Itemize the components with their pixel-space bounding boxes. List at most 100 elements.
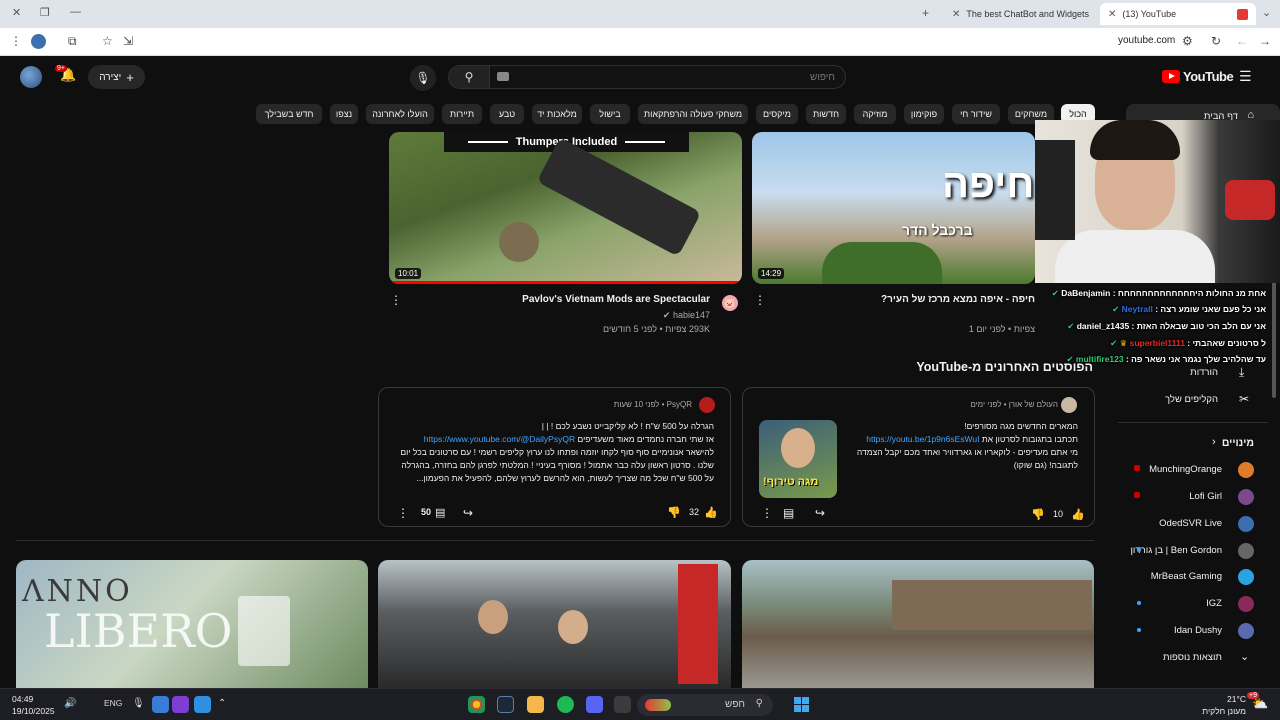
sidebar-sub-bengordon[interactable]: Ben Gordon | בן גורדון (1130, 545, 1222, 556)
sidebar-show-more[interactable]: תוצאות נוספות (1163, 652, 1222, 663)
create-button[interactable]: יצירה + (88, 65, 145, 89)
dislike-icon[interactable]: 👎 (667, 506, 681, 519)
minimize-window-icon[interactable]: — (70, 6, 81, 18)
video-thumbnail-slum[interactable] (742, 560, 1094, 688)
video-thumbnail-pavlov[interactable]: Thumpers Included 10:01 (389, 132, 742, 284)
mic-tray-icon[interactable]: 🎙 (132, 698, 145, 709)
forward-icon[interactable]: ← (1236, 34, 1248, 48)
download-icon[interactable]: ⤓ (1239, 365, 1244, 380)
tab-list-icon[interactable]: ⌄ (1262, 6, 1271, 19)
post-link[interactable]: https://youtu.be/1p9n6sEsWuI (866, 434, 979, 444)
channel-avatar[interactable] (1061, 397, 1077, 413)
video-thumbnail-anno[interactable]: ΛNNO LIBERO (16, 560, 368, 688)
chip-music[interactable]: מוזיקה (854, 104, 896, 124)
account-avatar[interactable] (20, 66, 42, 88)
taskbar-search[interactable]: חפש ⚲ (637, 694, 773, 716)
like-icon[interactable]: 👍 (1071, 508, 1085, 521)
community-post[interactable]: העולם של אורן • לפני ימים מגה טירוף! המא… (742, 387, 1095, 527)
tab-chatbot[interactable]: ✕ The best ChatBot and Widgets (944, 3, 1094, 25)
chip-nature[interactable]: טבע (490, 104, 524, 124)
sidebar-sub-mrbeastgaming[interactable]: MrBeast Gaming (1151, 571, 1222, 582)
site-settings-icon[interactable]: ⚙ (1182, 34, 1193, 48)
install-app-icon[interactable]: ⇲ (123, 34, 133, 48)
youtube-logo[interactable]: YouTube (1162, 69, 1234, 84)
keyboard-icon[interactable] (497, 72, 509, 81)
video-title[interactable]: Pavlov's Vietnam Mods are Spectacular (522, 294, 710, 305)
volume-icon[interactable]: 🔊 (64, 698, 76, 709)
dislike-icon[interactable]: 👎 (1031, 508, 1045, 521)
close-tab-icon[interactable]: ✕ (952, 9, 960, 20)
chip-news[interactable]: חדשות (806, 104, 846, 124)
sidebar-item-downloads[interactable]: הורדות (1190, 367, 1218, 378)
video-channel[interactable]: habie147 ✔ (663, 310, 710, 321)
community-post[interactable]: PsyQR • לפני 10 שעות הגרלה על 500 ש"ח ! … (378, 387, 731, 527)
like-icon[interactable]: 👍 (704, 506, 718, 519)
chip-cooking[interactable]: בישול (590, 104, 630, 124)
close-tab-icon[interactable]: ✕ (1108, 9, 1116, 20)
taskbar-clock[interactable]: 04:49 19/10/2025 (12, 693, 55, 717)
close-window-icon[interactable]: ✕ (12, 6, 21, 19)
discord-taskbar-icon[interactable] (586, 696, 603, 713)
restore-window-icon[interactable]: ❐ (40, 6, 50, 19)
video-menu-icon[interactable]: ⋮ (754, 293, 766, 307)
menu-dots-icon[interactable]: ⋮ (10, 34, 22, 48)
tray-app-icon[interactable] (152, 696, 169, 713)
sidebar-sub-lofigirl[interactable]: Lofi Girl (1189, 491, 1222, 502)
chip-pokemon[interactable]: פוקימון (904, 104, 944, 124)
back-icon[interactable]: → (1259, 34, 1271, 48)
address-bar[interactable]: youtube.com (1118, 35, 1175, 46)
post-link[interactable]: https://www.youtube.com/@DailyPsyQR (424, 434, 575, 444)
hamburger-menu-icon[interactable]: ☰ (1239, 68, 1252, 85)
comment-icon[interactable]: ▤ (435, 506, 445, 519)
windows-start-icon[interactable] (794, 697, 809, 712)
tray-app-icon[interactable] (194, 696, 211, 713)
sidebar-sub-odedsvr[interactable]: OdedSVR Live (1159, 518, 1222, 529)
chip-mixes[interactable]: מיקסים (756, 104, 798, 124)
search-input[interactable] (489, 65, 846, 89)
language-indicator[interactable]: ENG (104, 698, 122, 708)
post-channel[interactable]: PsyQR (667, 400, 692, 409)
subscriptions-title[interactable]: מינויים (1222, 437, 1254, 449)
chip-tourism[interactable]: תיירות (442, 104, 482, 124)
channel-avatar[interactable]: 🐷 (722, 295, 738, 311)
sidebar-sub-igz[interactable]: IGZ (1206, 598, 1222, 609)
sidebar-sub-idandushy[interactable]: Idan Dushy (1174, 625, 1222, 636)
tab-youtube[interactable]: ✕ (13) YouTube (1100, 3, 1256, 25)
chip-action-adventure[interactable]: משחקי פעולה והרפתקאות (638, 104, 748, 124)
extensions-icon[interactable]: ⧉ (68, 34, 77, 49)
sidebar-item-clips[interactable]: הקליפים שלך (1165, 394, 1218, 405)
video-menu-icon[interactable]: ⋮ (390, 293, 402, 307)
steam-taskbar-icon[interactable] (497, 696, 514, 713)
post-channel[interactable]: העולם של אורן (1009, 400, 1058, 409)
search-button[interactable]: ⚲ (448, 65, 490, 89)
channel-avatar[interactable] (699, 397, 715, 413)
spotify-taskbar-icon[interactable] (557, 696, 574, 713)
comment-icon[interactable]: ▤ (783, 506, 794, 520)
share-icon[interactable]: ↪ (463, 506, 473, 520)
chip-live[interactable]: שידור חי (952, 104, 1000, 124)
scissors-icon[interactable]: ✂ (1239, 392, 1249, 406)
sidebar-sub-munchingorange[interactable]: MunchingOrange (1149, 464, 1222, 475)
onenote-tray-icon[interactable] (172, 696, 189, 713)
share-icon[interactable]: ↪ (815, 506, 825, 520)
chip-watched[interactable]: נצפו (330, 104, 358, 124)
chrome-taskbar-icon[interactable] (468, 696, 485, 713)
file-explorer-taskbar-icon[interactable] (614, 696, 631, 713)
new-tab-icon[interactable]: + (922, 6, 929, 20)
chevron-down-icon[interactable]: ⌄ (1240, 650, 1249, 663)
profile-avatar[interactable] (31, 34, 46, 49)
tray-overflow-chevron-icon[interactable]: ⌃ (218, 698, 226, 709)
app-taskbar-icon[interactable] (527, 696, 544, 713)
chip-recently-uploaded[interactable]: הועלו לאחרונה (366, 104, 434, 124)
post-image[interactable]: מגה טירוף! (759, 420, 837, 498)
post-menu-icon[interactable]: ⋮ (761, 506, 773, 520)
weather-widget[interactable]: 21°C מעונן חלקית (1196, 693, 1246, 717)
bookmark-star-icon[interactable]: ☆ (102, 34, 113, 48)
video-title[interactable]: חיפה - איפה נמצא מרכז של העיר? (881, 294, 1035, 305)
post-menu-icon[interactable]: ⋮ (397, 506, 409, 520)
video-thumbnail-protest[interactable] (378, 560, 731, 688)
chip-crafts[interactable]: מלאכות יד (532, 104, 582, 124)
video-thumbnail-haifa[interactable]: חיפה ברכבל הדר 14:29 (752, 132, 1035, 284)
chip-new-for-you[interactable]: חדש בשבילך (256, 104, 322, 124)
reload-icon[interactable]: ↻ (1211, 34, 1221, 48)
